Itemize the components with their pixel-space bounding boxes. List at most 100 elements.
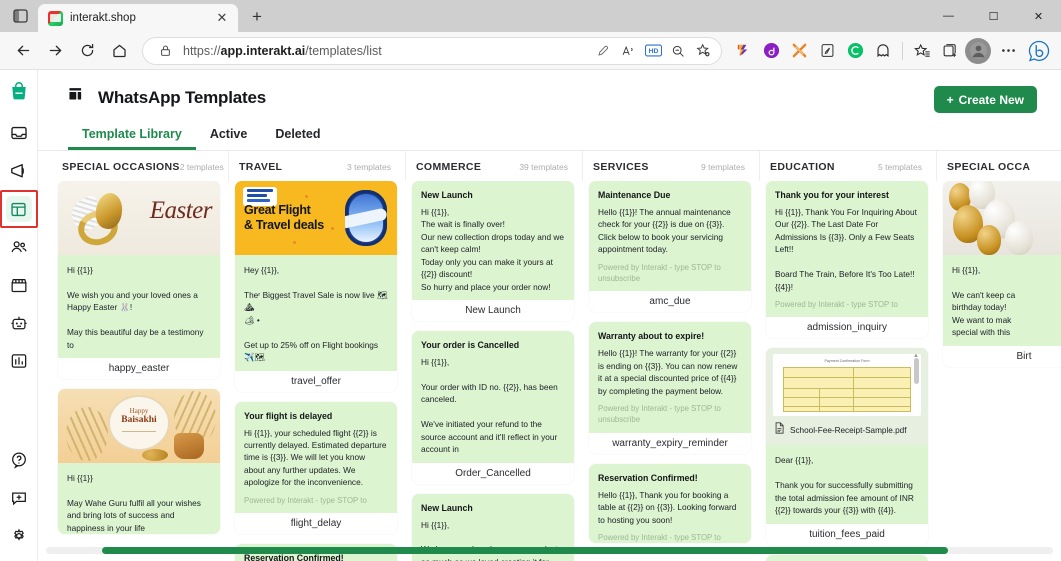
sidebar-item-analytics[interactable] (6, 348, 32, 374)
template-card[interactable]: Reservation Confirmed! Hello {{1}}, Than… (589, 463, 751, 544)
template-board[interactable]: SPECIAL OCCASIONS 2 templates Easter Hi … (38, 151, 1061, 561)
card-cta[interactable]: Order_Cancelled (412, 462, 574, 484)
card-body: Hi {{1}}, We can't keep ca birthday toda… (952, 265, 1016, 338)
card-cta[interactable]: warranty_expiry_reminder (589, 432, 751, 454)
tab-template-library[interactable]: Template Library (68, 127, 196, 150)
interakt-bag-logo[interactable] (6, 78, 32, 104)
address-bar[interactable]: https://app.interakt.ai/templates/list H… (142, 36, 722, 65)
card-cta[interactable]: travel_offer (235, 370, 397, 392)
card-body: Hi {{1}} May Wahe Guru fulfil all your w… (67, 473, 201, 533)
card-cta[interactable]: amc_due (589, 291, 751, 313)
back-icon[interactable] (8, 36, 38, 66)
horizontal-scrollbar[interactable] (38, 547, 1061, 557)
column-body: New Launch Hi {{1}}, The wait is finally… (406, 181, 583, 561)
profile-icon[interactable] (965, 37, 991, 64)
copilot-icon[interactable] (1025, 37, 1053, 65)
column-name: SPECIAL OCCA (947, 161, 1031, 173)
column-name: SPECIAL OCCASIONS (62, 161, 180, 173)
pdf-preview-image: Payment Confirmation Form ▲ (773, 354, 921, 417)
template-card[interactable]: Happy Baisakhi Hi {{1}} May Wahe Guru fu… (58, 389, 220, 535)
pdf-attachment[interactable]: Payment Confirmation Form ▲ School-Fee-R… (766, 348, 928, 446)
site-info-icon[interactable] (153, 39, 177, 63)
collections-icon[interactable] (937, 38, 963, 64)
template-card[interactable]: Thank you for your interest Hi {{1}}, Th… (766, 181, 928, 339)
app-root: WhatsApp Templates + Create New Template… (0, 70, 1061, 561)
card-body-wrap: Maintenance Due Hello {{1}}! The annual … (589, 181, 751, 284)
pen-icon[interactable] (591, 39, 615, 63)
template-card[interactable]: Your flight is delayed Hi {{1}}, your sc… (235, 401, 397, 534)
column-name: COMMERCE (416, 161, 482, 173)
scrollbar-track[interactable] (46, 547, 1053, 554)
sidebar-item-help[interactable] (6, 447, 32, 473)
browser-toolbar: https://app.interakt.ai/templates/list H… (0, 32, 1061, 70)
maximize-button[interactable]: ☐ (971, 0, 1016, 32)
card-title: Thank you for your interest (775, 190, 889, 200)
add-favorite-icon[interactable] (691, 39, 715, 63)
sidebar-item-templates[interactable] (0, 190, 38, 228)
template-card[interactable]: Hi {{1}}, We can't keep ca birthday toda… (943, 181, 1061, 367)
browser-tab[interactable]: interakt.shop ✕ (38, 4, 238, 32)
refresh-icon[interactable] (72, 36, 102, 66)
color-ext-icon[interactable] (730, 38, 756, 64)
sidebar-item-settings[interactable] (6, 523, 32, 549)
sidebar-item-feedback[interactable] (6, 485, 32, 511)
hd-video-icon[interactable]: HD (641, 39, 665, 63)
card-body-wrap: New Launch Hi {{1}}, The wait is finally… (412, 181, 574, 293)
card-cta[interactable]: happy_easter (58, 358, 220, 380)
ghost-ext-icon[interactable] (870, 38, 896, 64)
template-card[interactable]: Easter Hi {{1}} We wish you and your lov… (58, 181, 220, 380)
settings-more-icon[interactable] (993, 36, 1023, 66)
card-title: New Launch (421, 190, 473, 200)
purple-ext-icon[interactable] (758, 38, 784, 64)
card-title: Warranty about to expire! (598, 331, 705, 342)
window-close-button[interactable]: ✕ (1016, 0, 1061, 32)
pdf-file-row[interactable]: School-Fee-Receipt-Sample.pdf (773, 416, 921, 441)
sidebar-item-campaigns[interactable] (6, 158, 32, 184)
green-ext-icon[interactable] (842, 38, 868, 64)
template-card[interactable]: Great Flight & Travel deals Hey {{1}}, T… (235, 181, 397, 392)
new-tab-button[interactable]: + (244, 4, 270, 30)
tab-preview-icon[interactable] (4, 2, 36, 30)
favorites-icon[interactable] (909, 38, 935, 64)
sidebar-item-contacts[interactable] (6, 234, 32, 260)
column-body: Easter Hi {{1}} We wish you and your lov… (52, 181, 229, 561)
sidebar-item-automation[interactable] (6, 310, 32, 336)
minimize-button[interactable]: — (926, 0, 971, 32)
card-body: Hello {{1}}! The annual maintenance chec… (598, 207, 731, 255)
zoom-out-icon[interactable] (666, 39, 690, 63)
page-title: WhatsApp Templates (98, 87, 266, 107)
baisakhi-text-small: Happy (129, 407, 149, 416)
card-body-wrap: Your flight is delayed Hi {{1}}, your sc… (235, 402, 397, 506)
card-cta[interactable]: tuition_fees_paid (766, 523, 928, 545)
page-title-row: WhatsApp Templates (68, 86, 266, 109)
template-card[interactable]: Your order is Cancelled Hi {{1}}, Your o… (412, 331, 574, 484)
notes-ext-icon[interactable] (814, 38, 840, 64)
read-aloud-icon[interactable] (616, 39, 640, 63)
card-cta[interactable]: flight_delay (235, 512, 397, 534)
card-body-wrap: Hi {{1}} We wish you and your loved ones… (58, 255, 220, 351)
tab-deleted[interactable]: Deleted (261, 127, 334, 150)
forward-icon[interactable] (40, 36, 70, 66)
card-body-wrap: Dear {{1}}, Thank you for successfully s… (766, 445, 928, 516)
card-body: Hi {{1}}, The wait is finally over! Our … (421, 207, 564, 292)
template-card[interactable]: Maintenance Due Hello {{1}}! The annual … (589, 181, 751, 313)
tab-active[interactable]: Active (196, 127, 262, 150)
sidebar-item-catalog[interactable] (6, 272, 32, 298)
template-card[interactable]: Payment Confirmation Form ▲ School-Fee-R… (766, 348, 928, 545)
easter-banner-image: Easter (58, 181, 220, 255)
board-column: SERVICES 9 templates Maintenance Due Hel… (583, 151, 760, 561)
orange-ext-icon[interactable] (786, 38, 812, 64)
card-cta[interactable]: admission_inquiry (766, 317, 928, 339)
card-cta[interactable]: New Launch (412, 300, 574, 322)
sidebar-item-inbox[interactable] (6, 120, 32, 146)
column-name: SERVICES (593, 161, 649, 173)
create-new-button[interactable]: + Create New (933, 86, 1037, 113)
main-content: WhatsApp Templates + Create New Template… (38, 70, 1061, 561)
card-cta[interactable]: Birt (943, 345, 1061, 367)
home-icon[interactable] (104, 36, 134, 66)
easter-banner-text: Easter (149, 197, 213, 224)
close-icon[interactable]: ✕ (213, 9, 231, 27)
template-card[interactable]: New Launch Hi {{1}}, The wait is finally… (412, 181, 574, 322)
scrollbar-thumb[interactable] (102, 547, 948, 554)
template-card[interactable]: Warranty about to expire! Hello {{1}}! T… (589, 322, 751, 454)
